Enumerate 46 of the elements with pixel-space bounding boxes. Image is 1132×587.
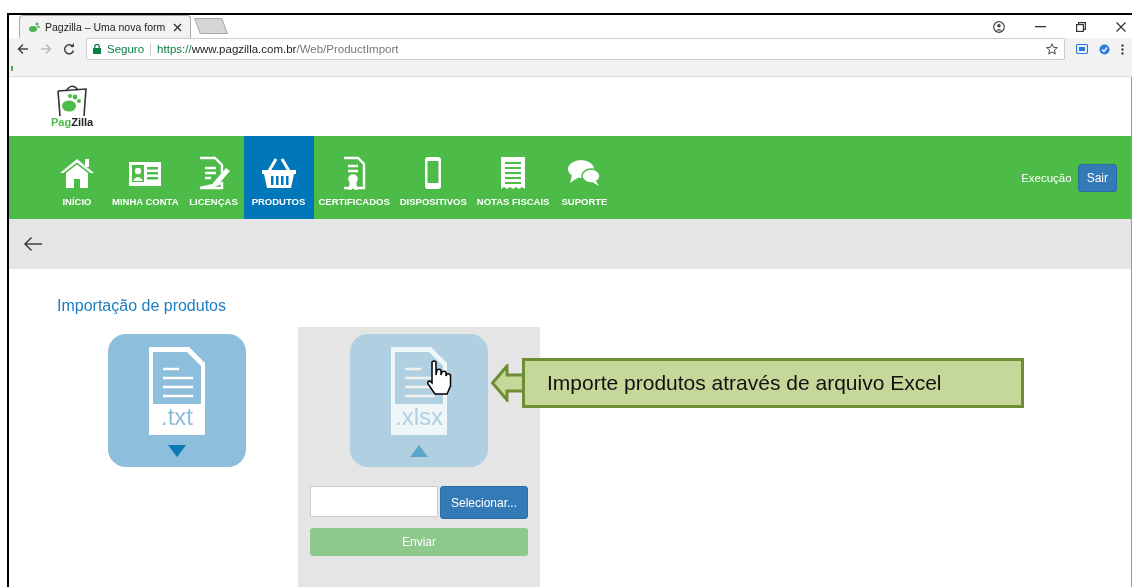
nav-item[interactable]: DISPOSITIVOS <box>394 136 472 219</box>
nav-item[interactable]: NOTAS FISCAIS <box>471 136 555 219</box>
nav-item[interactable]: MINHA CONTA <box>107 136 184 219</box>
extension-icon[interactable] <box>1076 44 1088 54</box>
back-arrow-icon[interactable] <box>17 43 29 55</box>
logo-text: PagZilla <box>51 117 94 128</box>
nav-item[interactable]: PRODUTOS <box>243 136 314 219</box>
close-icon[interactable] <box>173 22 182 32</box>
file-extension-label: .txt <box>161 403 193 432</box>
security-label: Seguro <box>107 43 145 55</box>
hand-cursor-icon <box>426 360 452 396</box>
reload-icon[interactable] <box>63 43 75 55</box>
padlock-icon <box>93 44 101 54</box>
profile-icon[interactable] <box>993 20 1005 33</box>
extension-icon[interactable] <box>1099 43 1110 55</box>
minimize-icon[interactable] <box>1035 25 1046 28</box>
file-type-tile[interactable]: .xlsx <box>350 334 488 467</box>
logout-button[interactable]: Sair <box>1077 163 1117 192</box>
nav-item[interactable]: INÍCIO <box>47 136 107 219</box>
select-file-button[interactable]: Selecionar... <box>439 486 528 519</box>
paw-icon <box>28 21 40 33</box>
nav-item[interactable]: SUPORTE <box>554 136 615 219</box>
logo[interactable]: PagZilla <box>51 85 94 128</box>
nav-item[interactable]: CERTIFICADOS <box>313 136 395 219</box>
address-field[interactable]: Seguro https://www.pagzilla.com.br/Web/ProductImport <box>86 38 1065 60</box>
page-title: Importação de produtos <box>57 297 227 315</box>
tab-title: Pagzilla – Uma nova form <box>45 21 167 33</box>
triangle-down-icon <box>168 445 186 457</box>
house-icon <box>59 156 95 190</box>
browser-tab[interactable]: Pagzilla – Uma nova form <box>19 15 191 38</box>
star-icon[interactable] <box>1046 43 1058 55</box>
file-type-tile[interactable]: .txt <box>108 334 246 467</box>
file-extension-label: .xlsx <box>395 403 443 432</box>
user-label: Execução <box>1021 171 1072 184</box>
triangle-up-icon <box>410 445 428 457</box>
menu-icon[interactable] <box>1121 43 1124 55</box>
back-arrow-icon[interactable] <box>23 236 43 252</box>
file-icon <box>149 347 205 435</box>
file-icon <box>391 347 447 435</box>
nav-item[interactable]: LICENÇAS <box>183 136 244 219</box>
file-input-field[interactable] <box>310 486 438 517</box>
restore-icon[interactable] <box>1076 21 1086 32</box>
close-icon[interactable] <box>1116 21 1126 32</box>
callout-text: Importe produtos através de arquivo Excel <box>547 371 942 395</box>
basket-icon <box>260 156 297 190</box>
url-text: https://www.pagzilla.com.br/Web/ProductImport <box>157 43 399 55</box>
